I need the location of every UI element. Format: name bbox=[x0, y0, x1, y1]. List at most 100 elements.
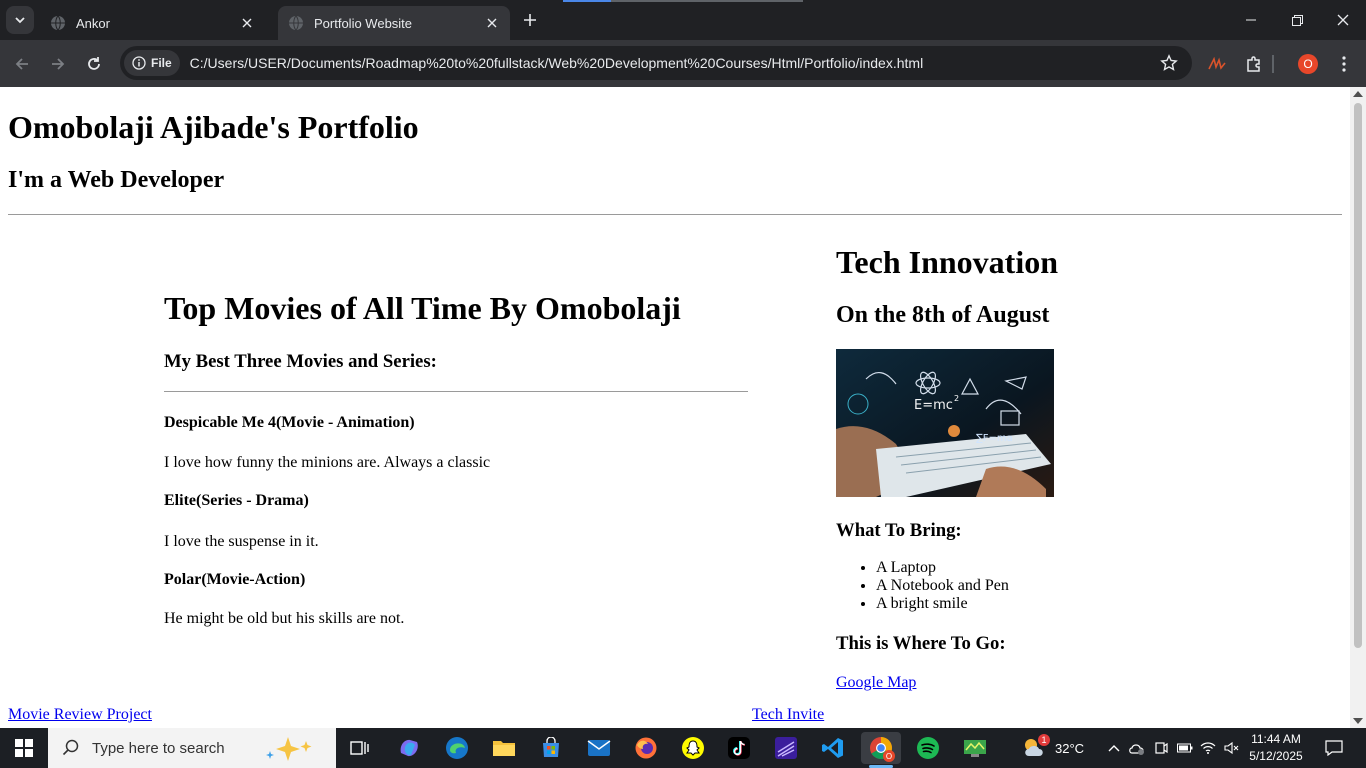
chrome-profile-badge: O bbox=[883, 750, 895, 762]
mail-icon bbox=[587, 740, 611, 756]
list-item: A Notebook and Pen bbox=[876, 577, 1009, 595]
restore-button[interactable] bbox=[1274, 0, 1320, 40]
copilot-app-button[interactable] bbox=[389, 732, 429, 764]
weather-widget[interactable]: 1 32°C bbox=[1022, 728, 1084, 768]
movie-description: He might be old but his skills are not. bbox=[164, 610, 405, 627]
tab-search-button[interactable] bbox=[6, 6, 34, 34]
arrow-left-icon bbox=[15, 58, 28, 70]
minimize-icon bbox=[1246, 19, 1256, 21]
snapchat-icon bbox=[682, 737, 704, 759]
onedrive-cloud-icon[interactable] bbox=[1128, 741, 1146, 755]
scroll-down-arrow[interactable] bbox=[1353, 718, 1363, 724]
globe-icon bbox=[51, 15, 65, 31]
start-button[interactable] bbox=[0, 728, 48, 768]
movie-review-link[interactable]: Movie Review Project bbox=[8, 706, 152, 724]
wifi-icon[interactable] bbox=[1200, 741, 1216, 755]
volume-muted-icon[interactable] bbox=[1224, 741, 1240, 755]
movies-subheading: My Best Three Movies and Series: bbox=[164, 351, 437, 372]
file-explorer-app-button[interactable] bbox=[484, 732, 524, 764]
page-scrollbar[interactable] bbox=[1350, 87, 1366, 728]
reload-button[interactable] bbox=[82, 52, 106, 76]
back-button[interactable] bbox=[10, 52, 34, 76]
extension-pdf-button[interactable] bbox=[1205, 52, 1229, 76]
where-heading: This is Where To Go: bbox=[836, 633, 1006, 654]
system-tray bbox=[1108, 728, 1240, 768]
tab-title: Portfolio Website bbox=[314, 15, 413, 31]
google-map-link[interactable]: Google Map bbox=[836, 674, 916, 692]
svg-text:E=mc: E=mc bbox=[914, 398, 953, 413]
minimize-button[interactable] bbox=[1228, 0, 1274, 40]
clock-date: 5/12/2025 bbox=[1249, 749, 1303, 763]
site-chip-label: File bbox=[151, 56, 172, 70]
info-icon bbox=[132, 56, 146, 70]
close-tab-icon[interactable] bbox=[239, 15, 255, 31]
arrow-right-icon bbox=[52, 58, 65, 70]
page-subtitle: I'm a Web Developer bbox=[8, 167, 225, 193]
chrome-app-button[interactable]: O bbox=[861, 732, 901, 768]
site-info-chip[interactable]: File bbox=[124, 50, 180, 76]
mail-app-button[interactable] bbox=[579, 732, 619, 764]
close-tab-icon[interactable] bbox=[484, 15, 500, 31]
scroll-up-arrow[interactable] bbox=[1353, 91, 1363, 97]
stripes-app-icon bbox=[775, 737, 797, 759]
loading-indicator bbox=[563, 0, 803, 2]
battery-icon[interactable] bbox=[1176, 743, 1193, 753]
store-app-button[interactable] bbox=[531, 732, 571, 764]
extensions-button[interactable] bbox=[1242, 52, 1266, 76]
movie-title: Polar(Movie-Action) bbox=[164, 571, 306, 588]
task-view-icon bbox=[350, 741, 369, 755]
tech-date: On the 8th of August bbox=[836, 302, 1050, 328]
movie-title: Elite(Series - Drama) bbox=[164, 492, 309, 509]
search-placeholder: Type here to search bbox=[92, 739, 225, 757]
movie-title: Despicable Me 4(Movie - Animation) bbox=[164, 414, 415, 431]
spotify-icon bbox=[917, 737, 939, 759]
profile-button[interactable]: O bbox=[1296, 52, 1320, 76]
tech-event-image: E=mc 2 ∑F=ma bbox=[836, 349, 1054, 497]
restore-icon bbox=[1291, 14, 1303, 26]
page-viewport: Omobolaji Ajibade's Portfolio I'm a Web … bbox=[0, 87, 1350, 728]
star-icon bbox=[1160, 54, 1178, 71]
close-window-button[interactable] bbox=[1320, 0, 1366, 40]
tech-heading: Tech Innovation bbox=[836, 244, 1058, 280]
browser-tab-bar: Ankor Portfolio Website bbox=[0, 0, 1366, 40]
bookmark-star-button[interactable] bbox=[1160, 54, 1178, 77]
movies-divider bbox=[164, 391, 748, 392]
bring-list: A Laptop A Notebook and Pen A bright smi… bbox=[836, 559, 1009, 613]
weather-alert-badge: 1 bbox=[1038, 734, 1050, 746]
tab-ankor[interactable]: Ankor bbox=[40, 6, 265, 40]
snapchat-app-button[interactable] bbox=[673, 732, 713, 764]
windows-logo-icon bbox=[15, 739, 33, 757]
chevron-up-icon[interactable] bbox=[1108, 744, 1120, 752]
tab-portfolio-website[interactable]: Portfolio Website bbox=[278, 6, 510, 40]
header-divider bbox=[8, 214, 1342, 215]
movies-heading: Top Movies of All Time By Omobolaji bbox=[164, 290, 681, 326]
game-app-button[interactable] bbox=[955, 732, 995, 764]
close-icon bbox=[1337, 14, 1349, 26]
new-tab-button[interactable] bbox=[518, 10, 542, 30]
browser-menu-button[interactable] bbox=[1332, 52, 1356, 76]
scrollbar-thumb[interactable] bbox=[1354, 103, 1362, 648]
taskbar-search-input[interactable]: Type here to search bbox=[48, 728, 336, 768]
monitor-app-icon bbox=[964, 740, 986, 757]
vscode-insiders-app-button[interactable] bbox=[766, 732, 806, 764]
puzzle-icon bbox=[1247, 56, 1260, 72]
edge-app-button[interactable] bbox=[437, 732, 477, 764]
address-bar[interactable]: File C:/Users/USER/Documents/Roadmap%20t… bbox=[120, 46, 1192, 80]
firefox-app-button[interactable] bbox=[626, 732, 666, 764]
meet-now-icon[interactable] bbox=[1153, 740, 1169, 756]
copilot-icon bbox=[400, 739, 418, 757]
spotify-app-button[interactable] bbox=[908, 732, 948, 764]
vscode-app-button[interactable] bbox=[813, 732, 853, 764]
globe-icon bbox=[289, 15, 303, 31]
url-text[interactable]: C:/Users/USER/Documents/Roadmap%20to%20f… bbox=[190, 55, 924, 71]
task-view-button[interactable] bbox=[340, 732, 380, 764]
reload-icon bbox=[88, 57, 100, 70]
notifications-button[interactable] bbox=[1318, 728, 1350, 768]
taskbar-clock[interactable]: 11:44 AM 5/12/2025 bbox=[1248, 731, 1304, 765]
clock-time: 11:44 AM bbox=[1251, 732, 1301, 746]
tech-invite-link[interactable]: Tech Invite bbox=[752, 706, 824, 724]
forward-button[interactable] bbox=[46, 52, 70, 76]
plus-icon bbox=[524, 14, 536, 26]
tiktok-app-button[interactable] bbox=[719, 732, 759, 764]
signature-icon bbox=[1208, 57, 1226, 70]
